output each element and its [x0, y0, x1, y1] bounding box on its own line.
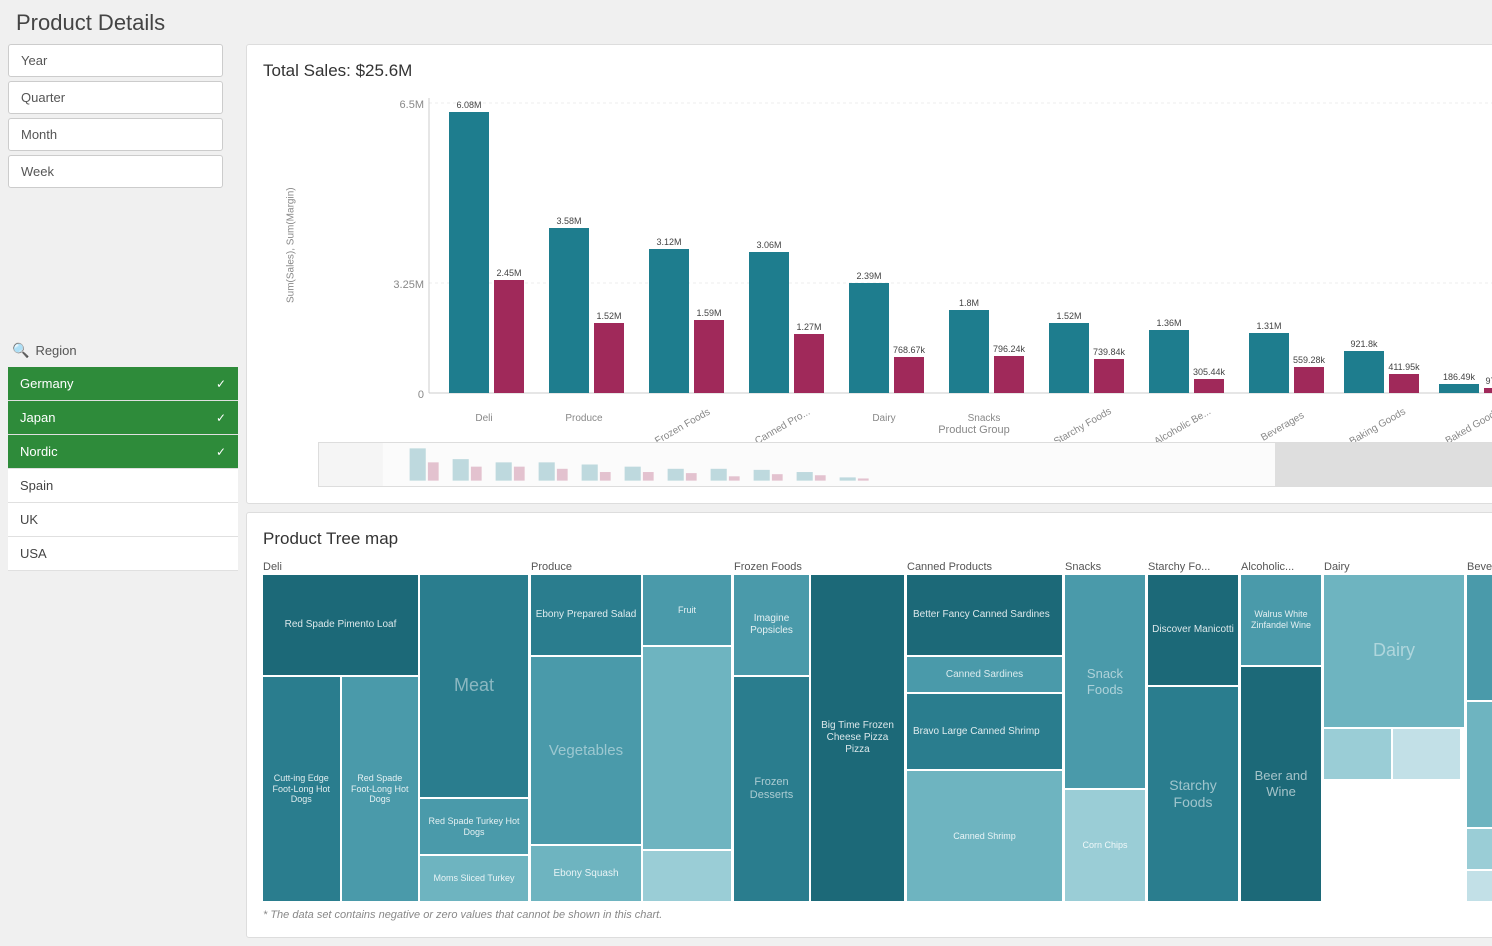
- region-item-spain[interactable]: Spain: [8, 469, 238, 503]
- bar-chart-panel: Total Sales: $25.6M Sum(Sales), Sum(Marg…: [246, 44, 1492, 504]
- x-axis-label: Product Group: [318, 424, 1492, 436]
- treemap-dairy: Dairy Dairy: [1324, 561, 1464, 901]
- chart-minimap[interactable]: [318, 442, 1492, 487]
- content-area: Total Sales: $25.6M Sum(Sales), Sum(Marg…: [246, 44, 1492, 938]
- region-name: Japan: [20, 410, 55, 425]
- svg-text:1.31M: 1.31M: [1256, 321, 1281, 331]
- checkmark-icon: ✓: [216, 411, 226, 425]
- svg-text:411.95k: 411.95k: [1388, 362, 1420, 372]
- treemap-footnote: * The data set contains negative or zero…: [263, 909, 1492, 921]
- svg-text:Dairy: Dairy: [872, 413, 895, 424]
- treemap-snacks: Snacks Snack Foods Corn Chips: [1065, 561, 1145, 901]
- svg-text:3.12M: 3.12M: [656, 237, 681, 247]
- region-name: USA: [20, 546, 47, 561]
- search-icon: 🔍: [12, 342, 29, 359]
- svg-text:739.84k: 739.84k: [1093, 347, 1126, 357]
- region-item-nordic[interactable]: Nordic ✓: [8, 435, 238, 469]
- region-label: Region: [35, 343, 76, 358]
- svg-text:6.08M: 6.08M: [456, 100, 481, 110]
- treemap-visualization: Deli Red Spade Pimento Loaf Cutt-ing Edg…: [263, 561, 1492, 901]
- svg-text:559.28k: 559.28k: [1293, 355, 1326, 365]
- region-item-usa[interactable]: USA: [8, 537, 238, 571]
- svg-text:3.25M: 3.25M: [393, 279, 424, 291]
- filter-month[interactable]: Month: [8, 118, 223, 151]
- svg-text:1.52M: 1.52M: [596, 311, 621, 321]
- treemap-beverages: Beverages: [1467, 561, 1492, 901]
- treemap-panel: Product Tree map Deli Red Spade Pimento …: [246, 512, 1492, 938]
- svg-text:2.45M: 2.45M: [496, 268, 521, 278]
- region-name: Germany: [20, 376, 73, 391]
- treemap-frozen: Frozen Foods Imagine Popsicles Frozen De…: [734, 561, 904, 901]
- region-header: 🔍 Region: [8, 334, 238, 367]
- chart-title: Total Sales: $25.6M: [263, 61, 1492, 81]
- bar-chart-svg: 0 3.25M 6.5M 6.08M 2.45M Deli: [318, 93, 1492, 413]
- region-item-uk[interactable]: UK: [8, 503, 238, 537]
- region-list: Germany ✓ Japan ✓ Nordic ✓ Spain UK: [8, 367, 238, 571]
- svg-text:97.38k: 97.38k: [1485, 376, 1492, 386]
- svg-text:186.49k: 186.49k: [1443, 372, 1476, 382]
- svg-text:921.8k: 921.8k: [1350, 339, 1378, 349]
- sidebar: Year Quarter Month Week 🔍 Region Germany…: [8, 44, 238, 938]
- svg-text:6.5M: 6.5M: [400, 99, 424, 111]
- svg-text:0: 0: [418, 389, 424, 401]
- treemap-alcoholic: Alcoholic... Walrus White Zinfandel Wine…: [1241, 561, 1321, 901]
- svg-text:Deli: Deli: [475, 413, 492, 424]
- svg-text:2.39M: 2.39M: [856, 271, 881, 281]
- checkmark-icon: ✓: [216, 377, 226, 391]
- filter-quarter[interactable]: Quarter: [8, 81, 223, 114]
- svg-text:1.8M: 1.8M: [959, 298, 979, 308]
- region-name: Nordic: [20, 444, 58, 459]
- region-name: Spain: [20, 478, 53, 493]
- svg-text:1.36M: 1.36M: [1156, 318, 1181, 328]
- treemap-deli: Deli Red Spade Pimento Loaf Cutt-ing Edg…: [263, 561, 528, 901]
- filter-week[interactable]: Week: [8, 155, 223, 188]
- treemap-canned: Canned Products Better Fancy Canned Sard…: [907, 561, 1062, 901]
- filter-section: Year Quarter Month Week: [8, 44, 238, 188]
- treemap-title: Product Tree map: [263, 529, 1492, 549]
- svg-text:3.58M: 3.58M: [556, 216, 581, 226]
- svg-text:768.67k: 768.67k: [893, 345, 926, 355]
- filter-year[interactable]: Year: [8, 44, 223, 77]
- svg-text:305.44k: 305.44k: [1193, 367, 1226, 377]
- checkmark-icon: ✓: [216, 445, 226, 459]
- region-section: 🔍 Region Germany ✓ Japan ✓ Nordic ✓ Spai…: [8, 334, 238, 571]
- svg-text:1.59M: 1.59M: [696, 308, 721, 318]
- svg-text:Produce: Produce: [565, 413, 603, 424]
- svg-text:1.27M: 1.27M: [796, 322, 821, 332]
- svg-text:1.52M: 1.52M: [1056, 311, 1081, 321]
- region-item-japan[interactable]: Japan ✓: [8, 401, 238, 435]
- svg-text:3.06M: 3.06M: [756, 240, 781, 250]
- svg-text:Snacks: Snacks: [968, 413, 1001, 424]
- treemap-produce: Produce Ebony Prepared Salad Vegetables …: [531, 561, 731, 901]
- y-axis-label: Sum(Sales), Sum(Margin): [286, 183, 297, 303]
- region-name: UK: [20, 512, 38, 527]
- page-title: Product Details: [0, 0, 1492, 44]
- region-item-germany[interactable]: Germany ✓: [8, 367, 238, 401]
- svg-text:796.24k: 796.24k: [993, 344, 1026, 354]
- treemap-starchy: Starchy Fo... Discover Manicotti Starchy…: [1148, 561, 1238, 901]
